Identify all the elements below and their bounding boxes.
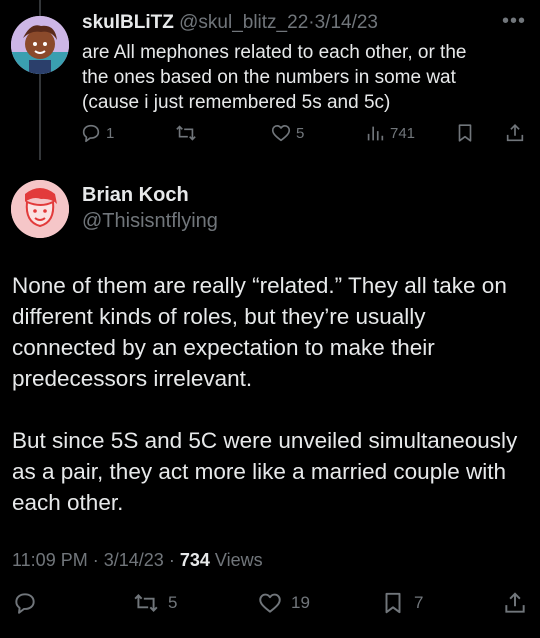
reply-text-line: the ones based on the numbers in some wa…: [82, 67, 456, 88]
retweet-icon: [134, 594, 158, 612]
bookmark-icon: [458, 124, 472, 142]
reply-button[interactable]: [12, 590, 38, 616]
tweet-display-name[interactable]: Brian Koch: [82, 184, 189, 207]
reply-display-name[interactable]: skulBLiTZ: [82, 12, 174, 33]
tweet-paragraph: None of them are really “related.” They …: [12, 273, 507, 391]
tweet-handle[interactable]: @Thisisntflying: [82, 210, 218, 233]
heart-icon: [259, 593, 281, 613]
share-icon: [505, 592, 525, 613]
reply-date[interactable]: 3/14/23: [315, 12, 378, 33]
tweet-text: None of them are really “related.” They …: [12, 270, 528, 518]
reply-header: skulBLiTZ @skul_blitz_22·3/14/23: [82, 12, 378, 34]
reply-text-line: (cause i just remembered 5s and 5c): [82, 92, 391, 113]
views-icon: [367, 126, 384, 141]
share-button[interactable]: [502, 590, 528, 616]
retweet-button[interactable]: 5: [132, 590, 177, 616]
tweet-views-count: 734: [179, 550, 210, 570]
retweet-count: 5: [168, 593, 178, 612]
avatar-face-icon: [11, 180, 69, 238]
reply-text: are All mephones related to each other, …: [82, 40, 522, 115]
reply-like-button[interactable]: 5: [270, 122, 304, 144]
reply-action-bar: 1 5 741: [80, 122, 530, 148]
avatar[interactable]: [11, 16, 69, 74]
tweet-separator: ·: [92, 550, 99, 570]
reply-retweet-button[interactable]: [174, 122, 202, 144]
reply-reply-button[interactable]: 1: [80, 122, 114, 144]
reply-bookmark-button[interactable]: [454, 122, 476, 144]
reply-views-count: 741: [390, 124, 416, 142]
tweet-views-label: Views: [214, 550, 263, 570]
reply-handle[interactable]: @skul_blitz_22: [179, 12, 308, 33]
reply-share-button[interactable]: [504, 122, 526, 144]
like-count: 19: [291, 593, 310, 612]
tweet-paragraph: But since 5S and 5C were unveiled simult…: [12, 428, 518, 515]
reply-text-line: are All mephones related to each other, …: [82, 42, 467, 63]
avatar-illustration-icon: [11, 16, 69, 74]
tweet-time[interactable]: 11:09 PM: [12, 550, 88, 570]
reply-icon: [15, 593, 35, 614]
share-icon: [506, 124, 524, 142]
bookmark-icon: [385, 592, 401, 614]
avatar[interactable]: [11, 180, 69, 238]
tweet-separator: ·: [168, 550, 175, 570]
retweet-icon: [176, 125, 196, 141]
reply-like-count: 5: [296, 124, 305, 142]
bookmark-button[interactable]: 7: [380, 590, 423, 616]
reply-icon: [82, 124, 100, 143]
tweet-date[interactable]: 3/14/23: [104, 550, 164, 570]
like-button[interactable]: 19: [257, 590, 310, 616]
reply-reply-count: 1: [106, 124, 115, 142]
bookmark-count: 7: [414, 593, 424, 612]
reply-views-button[interactable]: 741: [364, 122, 415, 144]
tweet-action-bar: 5 19 7: [0, 590, 540, 618]
heart-icon: [271, 125, 291, 142]
tweet-meta: 11:09 PM · 3/14/23 · 734 Views: [12, 550, 263, 571]
more-icon[interactable]: •••: [502, 10, 526, 33]
